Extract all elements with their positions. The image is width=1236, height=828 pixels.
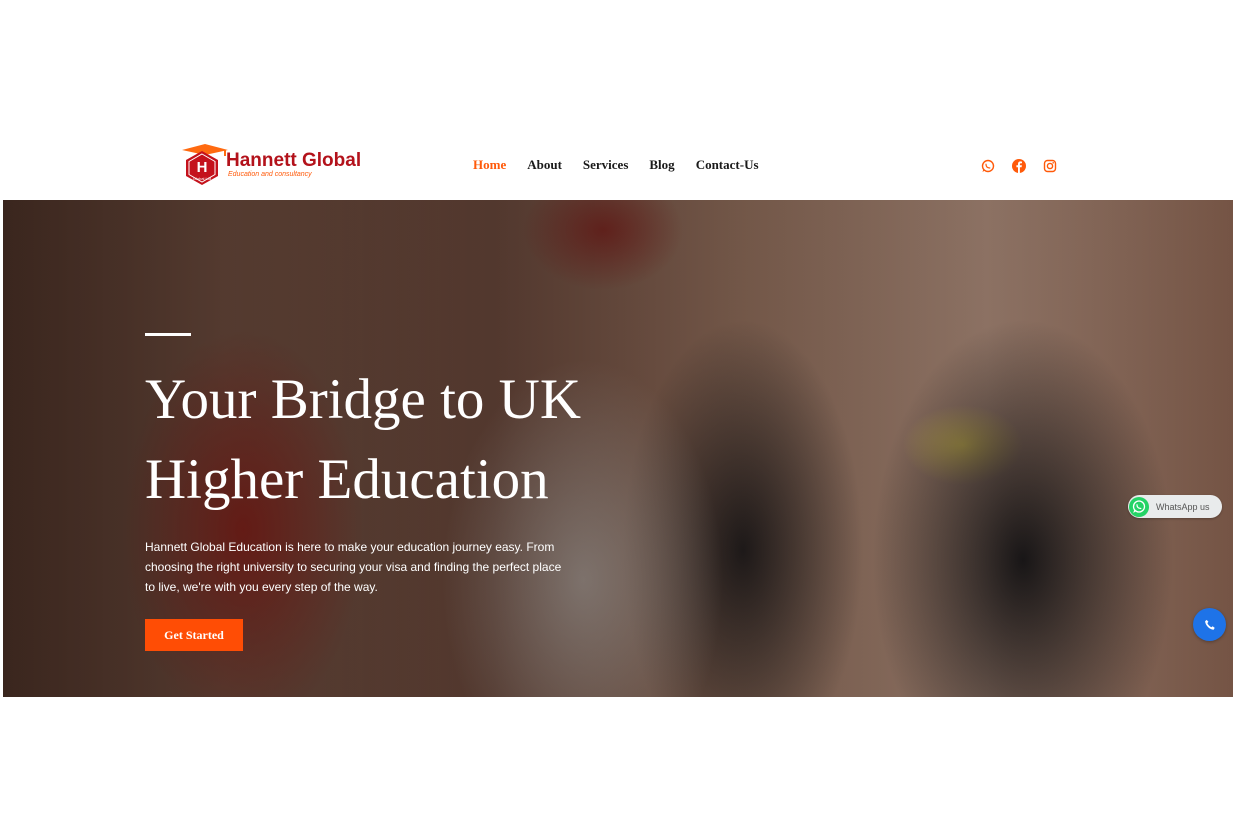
nav-item-home[interactable]: Home [473, 157, 506, 173]
facebook-icon[interactable] [1011, 158, 1027, 174]
svg-text:Global Ltd: Global Ltd [193, 176, 211, 181]
brand-name: Hannett Global [226, 150, 362, 171]
instagram-icon[interactable] [1042, 158, 1058, 174]
whatsapp-chat-button[interactable]: WhatsApp us [1128, 495, 1222, 518]
nav-item-contact-us[interactable]: Contact-Us [696, 157, 759, 173]
logo-badge-icon: H Global Ltd [180, 144, 228, 186]
whatsapp-icon [1129, 496, 1149, 517]
hexagon-shield-icon: H Global Ltd [186, 151, 218, 185]
hero-section: Your Bridge to UK Higher Education Hanne… [3, 200, 1233, 697]
main-nav: Home About Services Blog Contact-Us [473, 157, 759, 173]
get-started-button[interactable]: Get Started [145, 619, 243, 651]
hero-title: Your Bridge to UK Higher Education [145, 368, 581, 511]
site-header: H Global Ltd Hannett Global Education an… [0, 138, 1236, 194]
whatsapp-label: WhatsApp us [1156, 501, 1210, 512]
svg-text:H: H [197, 159, 208, 176]
hero-description: Hannett Global Education is here to make… [145, 540, 562, 594]
whatsapp-icon[interactable] [980, 158, 996, 174]
nav-item-services[interactable]: Services [583, 157, 628, 173]
nav-item-about[interactable]: About [527, 157, 562, 173]
nav-item-blog[interactable]: Blog [649, 157, 674, 173]
social-links [980, 158, 1058, 174]
phone-icon [1204, 619, 1215, 630]
brand-tagline: Education and consultancy [228, 171, 312, 178]
logo-text: Hannett Global Education and consultancy [226, 151, 361, 179]
call-button[interactable] [1193, 608, 1226, 641]
brand-logo[interactable]: H Global Ltd Hannett Global Education an… [180, 144, 361, 186]
hero-accent-line [145, 333, 191, 336]
